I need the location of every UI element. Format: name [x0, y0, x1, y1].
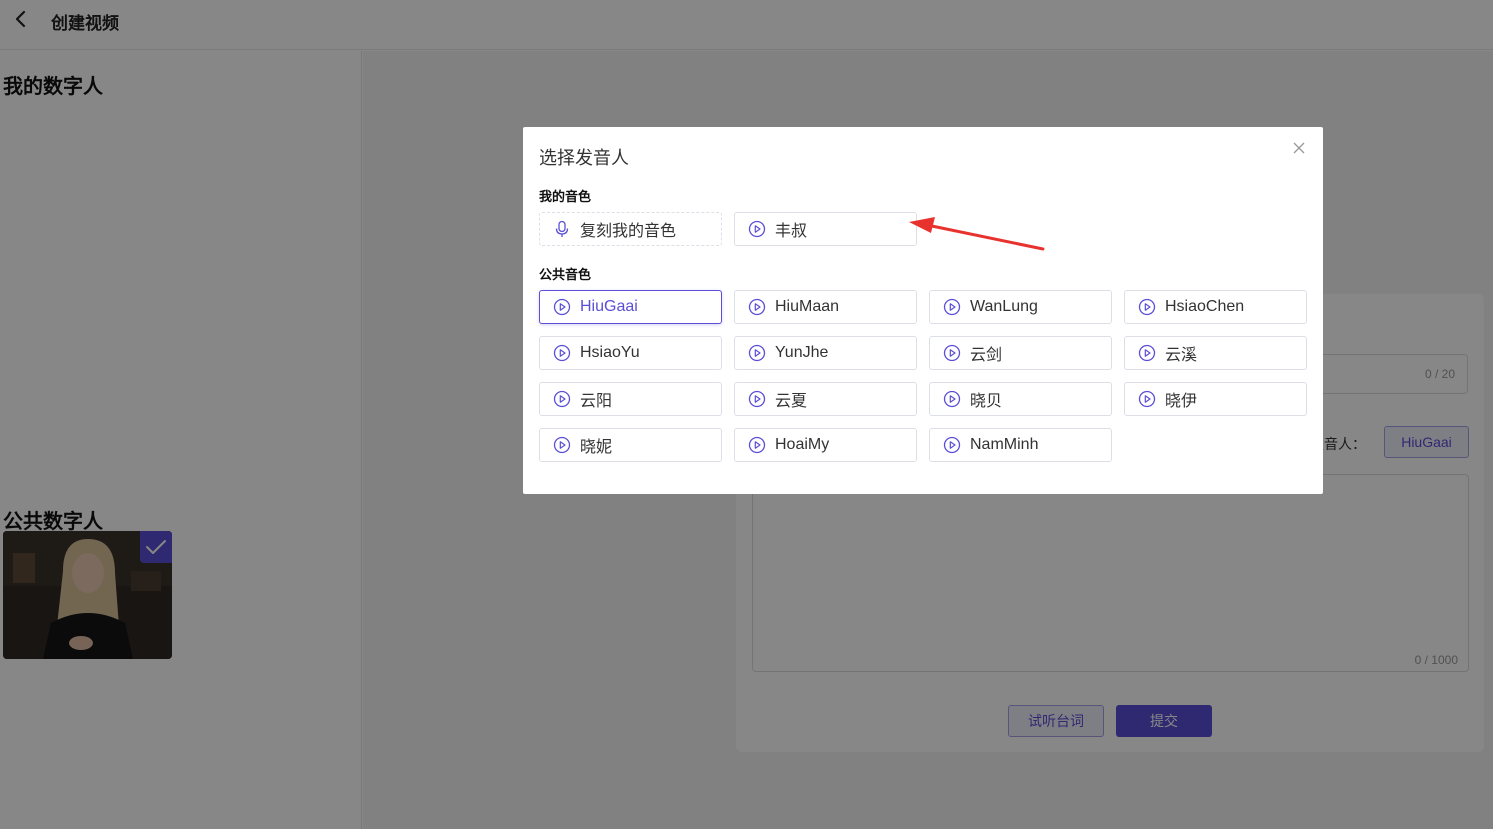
voice-option[interactable]: 丰叔: [734, 212, 917, 246]
voice-option[interactable]: 晓妮: [539, 428, 722, 462]
play-circle-icon: [748, 344, 766, 362]
voice-option-label: YunJhe: [775, 344, 829, 361]
play-circle-icon: [943, 298, 961, 316]
voice-option-label: 云剑: [970, 347, 1003, 364]
play-circle-icon: [553, 298, 571, 316]
voice-option[interactable]: 晓贝: [929, 382, 1112, 416]
voice-option[interactable]: HoaiMy: [734, 428, 917, 462]
voice-option[interactable]: HiuMaan: [734, 290, 917, 324]
voice-option[interactable]: 晓伊: [1124, 382, 1307, 416]
microphone-icon: [555, 220, 569, 237]
voice-option-label: NamMinh: [970, 436, 1039, 453]
my-voices-label: 我的音色: [539, 189, 592, 204]
voice-option-label: 云阳: [580, 393, 613, 410]
voice-option-label: 云溪: [1165, 347, 1198, 364]
voice-option-label: HoaiMy: [775, 436, 830, 453]
public-voices-label: 公共音色: [539, 267, 592, 282]
voice-option[interactable]: 云溪: [1124, 336, 1307, 370]
voice-option[interactable]: NamMinh: [929, 428, 1112, 462]
close-icon[interactable]: [1292, 141, 1306, 155]
play-circle-icon: [1138, 344, 1156, 362]
dialog-title: 选择发音人: [539, 148, 629, 168]
clone-voice-button[interactable]: 复刻我的音色: [539, 212, 722, 246]
voice-option[interactable]: 云夏: [734, 382, 917, 416]
voice-option[interactable]: WanLung: [929, 290, 1112, 324]
voice-option[interactable]: HiuGaai: [539, 290, 722, 324]
voice-option-label: WanLung: [970, 298, 1038, 315]
play-circle-icon: [748, 298, 766, 316]
clone-voice-label: 复刻我的音色: [580, 223, 677, 240]
voice-option[interactable]: YunJhe: [734, 336, 917, 370]
play-circle-icon: [553, 436, 571, 454]
play-circle-icon: [553, 344, 571, 362]
voice-option[interactable]: 云阳: [539, 382, 722, 416]
play-circle-icon: [943, 436, 961, 454]
voice-option-label: 晓妮: [580, 439, 613, 456]
voice-option-label: HsiaoYu: [580, 344, 640, 361]
voice-option-label: 丰叔: [775, 223, 808, 240]
play-circle-icon: [748, 390, 766, 408]
play-circle-icon: [748, 220, 766, 238]
play-circle-icon: [943, 344, 961, 362]
voice-option[interactable]: HsiaoYu: [539, 336, 722, 370]
voice-option-label: 晓贝: [970, 393, 1003, 410]
play-circle-icon: [1138, 298, 1156, 316]
play-circle-icon: [1138, 390, 1156, 408]
voice-option[interactable]: 云剑: [929, 336, 1112, 370]
voice-select-dialog: 选择发音人 我的音色 复刻我的音色 丰叔 公共音色 HiuGaai HiuMaan…: [523, 127, 1323, 494]
voice-option-label: HiuMaan: [775, 298, 840, 315]
voice-option-label: 云夏: [775, 393, 808, 410]
voice-option-label: HsiaoChen: [1165, 298, 1245, 315]
play-circle-icon: [748, 436, 766, 454]
voice-option[interactable]: HsiaoChen: [1124, 290, 1307, 324]
play-circle-icon: [943, 390, 961, 408]
voice-option-label: HiuGaai: [580, 298, 638, 315]
play-circle-icon: [553, 390, 571, 408]
voice-option-label: 晓伊: [1165, 393, 1198, 410]
